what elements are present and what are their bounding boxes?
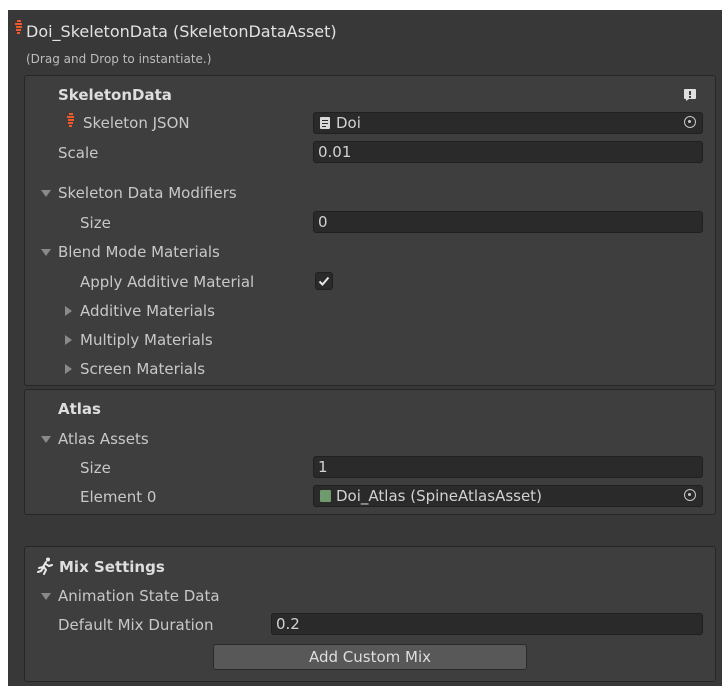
foldout-collapsed-icon[interactable] <box>65 335 72 345</box>
element-0-value: Doi_Atlas (SpineAtlasAsset) <box>336 487 542 505</box>
skeleton-data-panel: SkeletonData Skeleton JSON Doi Scale 0.0… <box>24 75 716 386</box>
mix-settings-panel: Mix Settings Animation State Data Defaul… <box>24 546 716 682</box>
foldout-expanded-icon[interactable] <box>41 436 51 443</box>
atlas-heading: Atlas <box>58 400 101 418</box>
apply-additive-checkbox[interactable] <box>315 272 333 290</box>
foldout-expanded-icon[interactable] <box>41 593 51 600</box>
blend-mode-materials-foldout[interactable]: Blend Mode Materials <box>58 243 220 261</box>
spine-logo-icon <box>67 113 74 127</box>
mix-settings-heading: Mix Settings <box>59 558 165 576</box>
skeleton-data-modifiers-foldout[interactable]: Skeleton Data Modifiers <box>58 184 237 202</box>
skeleton-json-field[interactable]: Doi <box>313 112 703 134</box>
inspector-title: Doi_SkeletonData (SkeletonDataAsset) <box>26 22 337 41</box>
element-0-label: Element 0 <box>80 488 157 506</box>
scale-input[interactable]: 0.01 <box>313 141 703 163</box>
additive-materials-foldout[interactable]: Additive Materials <box>80 302 215 320</box>
default-mix-duration-input[interactable]: 0.2 <box>271 613 703 635</box>
multiply-materials-foldout[interactable]: Multiply Materials <box>80 331 213 349</box>
screen-materials-foldout[interactable]: Screen Materials <box>80 360 205 378</box>
add-custom-mix-button[interactable]: Add Custom Mix <box>213 644 527 670</box>
foldout-expanded-icon[interactable] <box>41 249 51 256</box>
foldout-expanded-icon[interactable] <box>41 190 51 197</box>
skeleton-data-heading: SkeletonData <box>58 86 172 104</box>
foldout-collapsed-icon[interactable] <box>65 306 72 316</box>
apply-additive-label: Apply Additive Material <box>80 273 255 291</box>
running-figure-icon <box>37 557 53 575</box>
modifiers-size-input[interactable]: 0 <box>313 211 703 233</box>
spine-logo-icon <box>15 20 22 34</box>
inspector-subtitle: (Drag and Drop to instantiate.) <box>26 52 212 66</box>
element-0-field[interactable]: Doi_Atlas (SpineAtlasAsset) <box>313 485 703 507</box>
atlas-panel: Atlas Atlas Assets Size 1 Element 0 Doi_… <box>24 389 716 515</box>
animation-state-data-foldout[interactable]: Animation State Data <box>58 587 220 605</box>
object-picker-icon[interactable] <box>684 489 696 501</box>
atlas-assets-foldout[interactable]: Atlas Assets <box>58 430 149 448</box>
atlas-size-label: Size <box>80 459 111 477</box>
default-mix-duration-label: Default Mix Duration <box>58 616 214 634</box>
checkmark-icon <box>318 276 330 286</box>
atlas-size-input[interactable]: 1 <box>313 456 703 478</box>
foldout-collapsed-icon[interactable] <box>65 364 72 374</box>
text-asset-icon <box>320 117 330 129</box>
object-picker-icon[interactable] <box>684 116 696 128</box>
modifiers-size-label: Size <box>80 214 111 232</box>
scale-label: Scale <box>58 144 99 162</box>
warning-icon[interactable] <box>683 88 697 102</box>
atlas-asset-icon <box>320 490 331 502</box>
skeleton-json-value: Doi <box>336 114 361 132</box>
skeleton-json-label: Skeleton JSON <box>83 114 190 132</box>
